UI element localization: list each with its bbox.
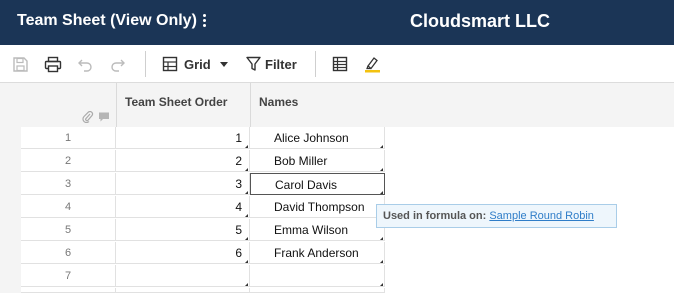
cell-link-marker xyxy=(380,168,383,171)
name-value: Alice Johnson xyxy=(274,131,349,145)
row-number[interactable]: 5 xyxy=(21,219,116,241)
cell-link-marker xyxy=(245,145,248,148)
name-cell[interactable] xyxy=(250,265,385,287)
filter-button[interactable]: Filter xyxy=(246,53,297,75)
order-cell[interactable]: 4 xyxy=(116,196,250,218)
name-cell[interactable]: Bob Miller xyxy=(250,150,385,172)
order-value: 1 xyxy=(235,131,242,145)
name-value: Frank Anderson xyxy=(274,246,359,260)
order-cell[interactable]: 6 xyxy=(116,242,250,264)
cell-link-marker xyxy=(245,237,248,240)
filter-label: Filter xyxy=(265,56,297,72)
name-cell[interactable]: Alice Johnson xyxy=(250,127,385,149)
highlighter-icon xyxy=(365,57,380,73)
sheet-summary-button[interactable] xyxy=(332,53,348,75)
cell-link-marker xyxy=(380,283,383,286)
table-row: 7 xyxy=(21,265,386,288)
name-cell-selected[interactable]: Carol Davis xyxy=(250,173,385,195)
table-icon xyxy=(332,56,348,72)
name-value: Carol Davis xyxy=(275,178,338,192)
order-cell[interactable]: 3 xyxy=(116,173,250,195)
table-row-partial xyxy=(21,288,386,293)
name-cell[interactable]: David Thompson xyxy=(250,196,385,218)
table-row: 3 3 Carol Davis xyxy=(21,173,386,196)
save-icon xyxy=(13,56,28,72)
formula-usage-tooltip: Used in formula on: Sample Round Robin xyxy=(376,204,617,228)
highlight-changes-button[interactable] xyxy=(364,53,381,75)
name-cell-partial xyxy=(250,288,385,293)
tooltip-prefix: Used in formula on: xyxy=(383,210,487,222)
column-header-team-sheet-order[interactable]: Team Sheet Order xyxy=(116,83,250,127)
cell-link-marker xyxy=(245,214,248,217)
redo-button[interactable] xyxy=(109,53,126,75)
more-vertical-icon[interactable] xyxy=(201,13,207,29)
order-cell[interactable]: 1 xyxy=(116,127,250,149)
table-row: 6 6 Frank Anderson xyxy=(21,242,386,265)
grid-icon xyxy=(162,56,178,72)
attachment-icon[interactable] xyxy=(82,111,94,123)
cell-link-marker xyxy=(245,168,248,171)
save-button[interactable] xyxy=(12,53,29,75)
order-cell-partial xyxy=(116,288,250,293)
row-number-partial xyxy=(21,288,116,293)
print-icon xyxy=(44,56,62,72)
name-value: David Thompson xyxy=(274,200,365,214)
view-label: Grid xyxy=(184,56,211,72)
order-value: 3 xyxy=(235,177,242,191)
row-number[interactable]: 4 xyxy=(21,196,116,218)
cell-link-marker xyxy=(245,283,248,286)
name-cell[interactable]: Frank Anderson xyxy=(250,242,385,264)
order-cell[interactable] xyxy=(116,265,250,287)
table-row: 2 2 Bob Miller xyxy=(21,150,386,173)
column-header-names[interactable]: Names xyxy=(250,83,386,127)
order-cell[interactable]: 5 xyxy=(116,219,250,241)
name-value: Emma Wilson xyxy=(274,223,349,237)
undo-button[interactable] xyxy=(77,53,94,75)
cell-link-marker xyxy=(380,237,383,240)
chevron-down-icon xyxy=(219,61,228,67)
row-number[interactable]: 2 xyxy=(21,150,116,172)
sheet-title: Team Sheet (View Only) xyxy=(17,12,197,29)
row-number[interactable]: 6 xyxy=(21,242,116,264)
order-cell[interactable]: 2 xyxy=(116,150,250,172)
cell-link-marker xyxy=(380,260,383,263)
title-bar: Team Sheet (View Only) Cloudsmart LLC xyxy=(0,0,674,45)
toolbar: Grid Filter xyxy=(0,45,674,83)
company-name: Cloudsmart LLC xyxy=(410,11,551,31)
cell-link-marker xyxy=(245,191,248,194)
comment-icon[interactable] xyxy=(98,111,110,123)
cell-link-marker xyxy=(245,260,248,263)
row-number[interactable]: 7 xyxy=(21,265,116,287)
table-row: 5 5 Emma Wilson xyxy=(21,219,386,242)
view-switcher-button[interactable]: Grid xyxy=(162,53,228,75)
order-value: 5 xyxy=(235,223,242,237)
formula-source-link[interactable]: Sample Round Robin xyxy=(489,210,594,222)
order-value: 4 xyxy=(235,200,242,214)
row-number[interactable]: 3 xyxy=(21,173,116,195)
row-number[interactable]: 1 xyxy=(21,127,116,149)
name-value: Bob Miller xyxy=(274,154,328,168)
print-button[interactable] xyxy=(44,53,62,75)
cell-link-marker xyxy=(380,145,383,148)
table-row: 1 1 Alice Johnson xyxy=(21,127,386,150)
order-value: 6 xyxy=(235,246,242,260)
name-cell[interactable]: Emma Wilson xyxy=(250,219,385,241)
table-row: 4 4 David Thompson xyxy=(21,196,386,219)
redo-icon xyxy=(111,59,125,72)
toolbar-divider xyxy=(145,51,146,77)
filter-icon xyxy=(246,56,261,71)
undo-icon xyxy=(78,59,92,72)
grid: Team Sheet Order Names 1 1 Alice Johnson… xyxy=(0,83,674,293)
toolbar-divider xyxy=(315,51,316,77)
order-value: 2 xyxy=(235,154,242,168)
cell-link-marker xyxy=(380,191,383,194)
row-header-icons xyxy=(82,111,110,123)
